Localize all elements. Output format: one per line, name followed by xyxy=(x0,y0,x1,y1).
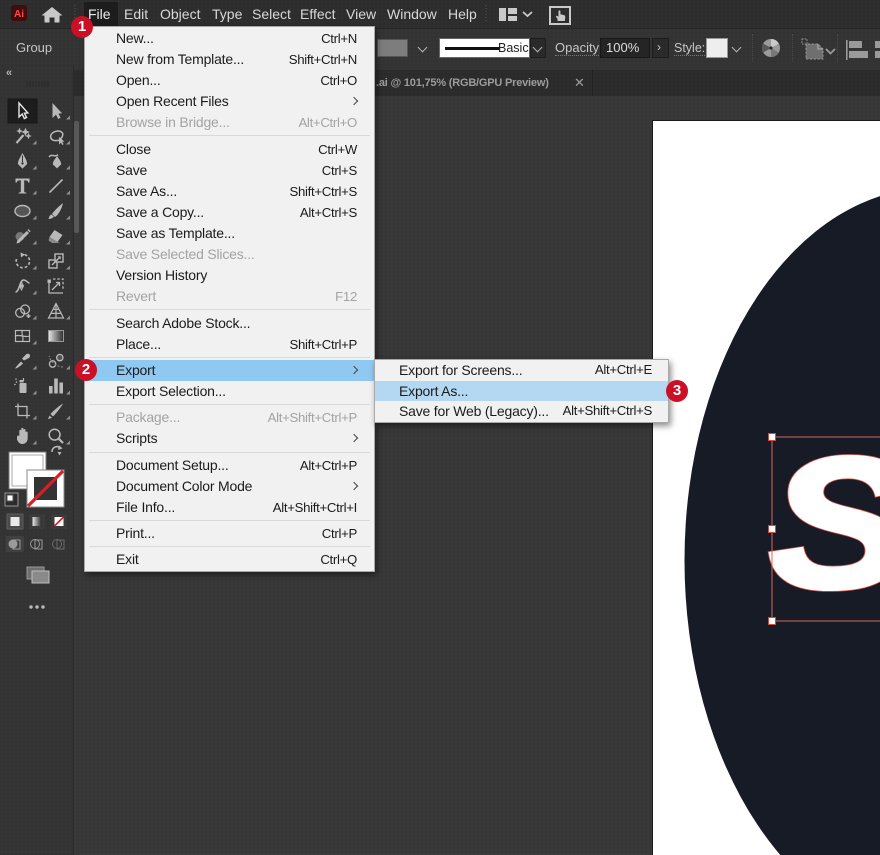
svg-text:S: S xyxy=(769,419,880,627)
svg-text:Ai: Ai xyxy=(14,9,24,20)
